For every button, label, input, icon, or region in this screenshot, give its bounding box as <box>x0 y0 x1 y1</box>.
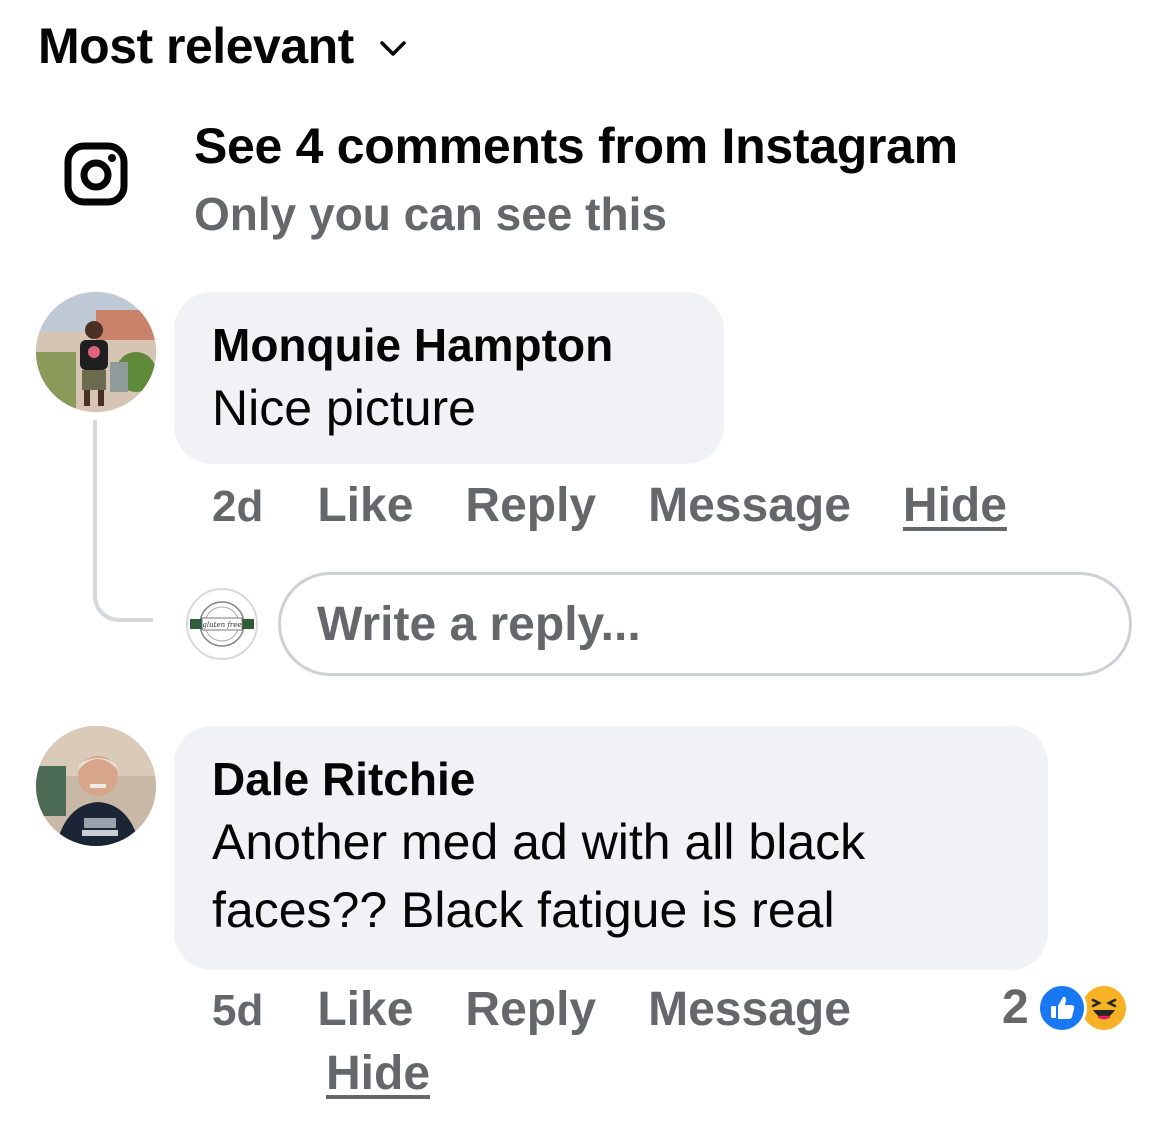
sort-dropdown[interactable]: Most relevant <box>38 16 408 76</box>
comment-text: Another med ad with all black faces?? Bl… <box>212 814 866 938</box>
instagram-visibility-note: Only you can see this <box>194 188 667 240</box>
comment-bubble[interactable]: Dale Ritchie Another med ad with all bla… <box>174 726 1048 970</box>
hide-button[interactable]: Hide <box>326 1046 430 1101</box>
sort-label: Most relevant <box>38 18 354 74</box>
avatar[interactable] <box>36 726 156 846</box>
like-button[interactable]: Like <box>317 982 413 1037</box>
comment-text: Nice picture <box>212 380 476 436</box>
reply-input[interactable]: Write a reply... <box>278 572 1132 676</box>
comment-actions: 2d Like Reply Message Hide <box>212 478 1059 533</box>
reaction-count: 2 <box>1002 981 1029 1034</box>
current-user-avatar: gluten free <box>186 588 258 660</box>
comment-bubble[interactable]: Monquie Hampton Nice picture <box>174 292 724 464</box>
comment-actions: 5d Like Reply Message <box>212 982 903 1037</box>
gluten-free-logo-icon: gluten free <box>190 601 254 647</box>
like-button[interactable]: Like <box>317 478 413 533</box>
chevron-down-icon <box>380 41 406 56</box>
comment-timestamp[interactable]: 2d <box>212 482 263 532</box>
svg-text:gluten free: gluten free <box>202 621 241 629</box>
hide-button[interactable]: Hide <box>903 478 1007 533</box>
comment-author[interactable]: Monquie Hampton <box>212 316 686 374</box>
avatar[interactable] <box>36 292 156 412</box>
reply-button[interactable]: Reply <box>465 478 596 533</box>
comment-author[interactable]: Dale Ritchie <box>212 750 1010 808</box>
comment-timestamp[interactable]: 5d <box>212 986 263 1036</box>
reply-button[interactable]: Reply <box>465 982 596 1037</box>
reaction-summary[interactable]: 2 <box>1002 980 1129 1035</box>
message-button[interactable]: Message <box>648 478 851 533</box>
instagram-icon[interactable] <box>64 142 128 206</box>
reply-thread-line <box>93 420 153 622</box>
instagram-comments-link[interactable]: See 4 comments from Instagram <box>194 114 958 178</box>
message-button[interactable]: Message <box>648 982 851 1037</box>
like-icon <box>1036 982 1087 1033</box>
avatar-photo <box>36 726 156 846</box>
avatar-photo <box>36 292 156 412</box>
